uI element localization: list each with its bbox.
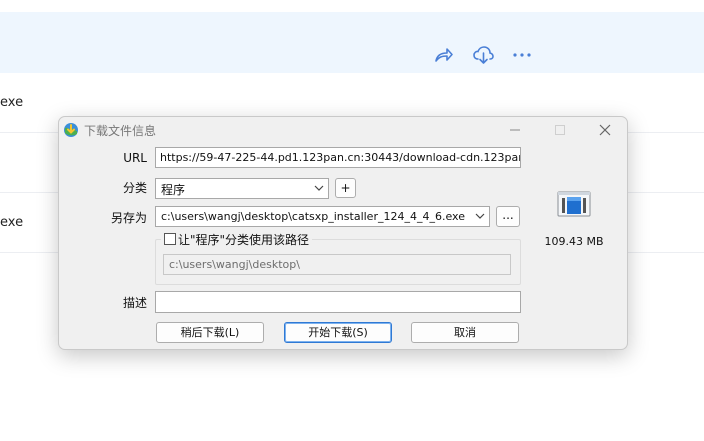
description-label: 描述 (122, 296, 147, 310)
url-label: URL (123, 151, 147, 165)
file-type-icon (557, 191, 591, 217)
cloud-download-icon[interactable] (472, 44, 494, 66)
url-field[interactable]: https://59-47-225-44.pd1.123pan.cn:30443… (155, 147, 521, 168)
remember-path-label: 让"程序"分类使用该路径 (178, 232, 310, 247)
download-later-button[interactable]: 稍后下载(L) (156, 322, 264, 343)
category-select[interactable]: 程序 (155, 178, 329, 199)
file-name: exe (0, 215, 24, 230)
close-icon[interactable] (594, 120, 616, 140)
maximize-icon (555, 125, 565, 135)
start-download-button[interactable]: 开始下载(S) (284, 322, 392, 343)
file-size: 109.43 MB (544, 235, 604, 248)
share-icon[interactable] (432, 44, 454, 66)
description-field[interactable] (155, 291, 521, 313)
app-globe-icon (64, 123, 78, 137)
download-file-info-dialog: 下载文件信息 URL https://59-47-225-44.pd1.123p… (58, 116, 628, 350)
title-bar[interactable]: 下载文件信息 (59, 117, 627, 143)
chevron-down-icon (475, 213, 485, 219)
background-toolbar (0, 12, 704, 73)
minimize-icon[interactable] (504, 120, 526, 140)
remember-path-checkbox-row[interactable]: 让"程序"分类使用该路径 (161, 231, 313, 247)
more-icon[interactable] (511, 44, 533, 66)
save-as-path: c:\users\wangj\desktop\catsxp_installer_… (161, 210, 465, 223)
file-name: exe (0, 95, 24, 110)
category-path-field: c:\users\wangj\desktop\ (163, 254, 511, 275)
save-as-label: 另存为 (110, 211, 147, 225)
save-as-select[interactable]: c:\users\wangj\desktop\catsxp_installer_… (155, 206, 490, 227)
category-label: 分类 (122, 181, 147, 195)
cancel-button[interactable]: 取消 (411, 322, 519, 343)
remember-path-checkbox[interactable] (164, 233, 176, 245)
dialog-title: 下载文件信息 (84, 124, 157, 138)
browse-button[interactable]: ... (496, 206, 520, 227)
screen: exe exe 下载文件信息 URL https://59-47-225-44.… (0, 0, 704, 441)
category-value: 程序 (161, 183, 186, 197)
chevron-down-icon (314, 185, 324, 191)
add-category-button[interactable]: + (335, 178, 356, 198)
